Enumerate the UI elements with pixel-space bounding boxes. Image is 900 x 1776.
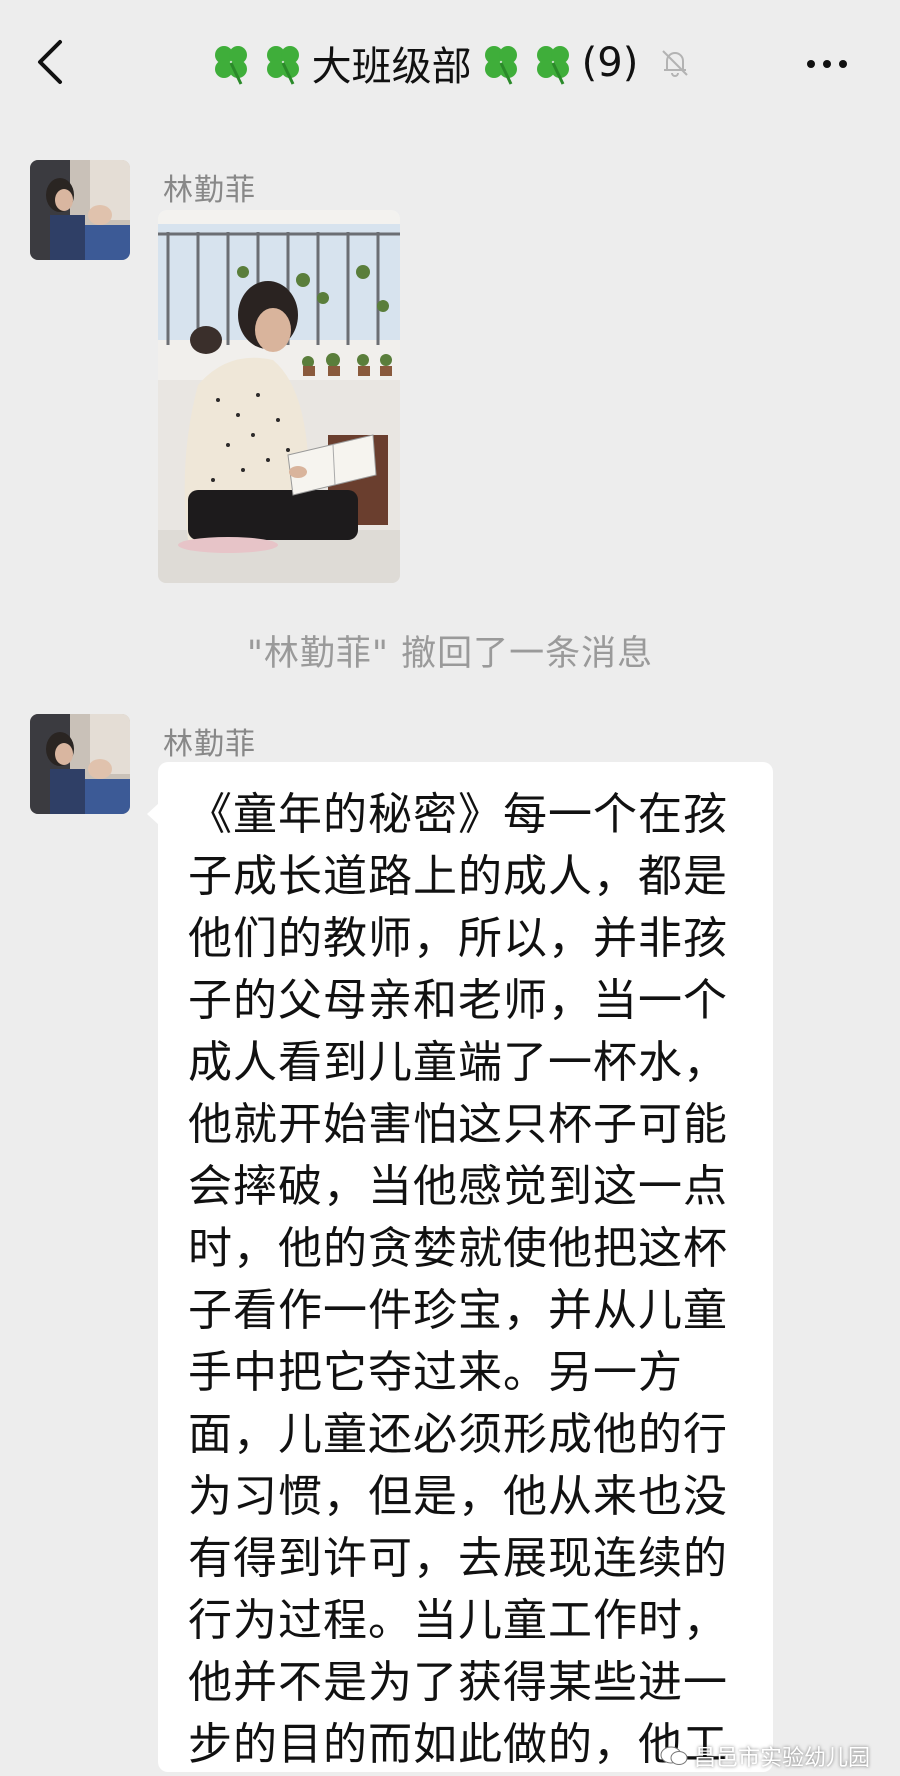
sender-name: 林勤菲 (163, 727, 256, 762)
more-dots-icon[interactable] (804, 44, 850, 84)
member-count: (9) (581, 40, 639, 86)
watermark: 昌邑市实验幼儿园 (660, 1740, 870, 1772)
avatar[interactable] (30, 714, 130, 814)
message-text: 《童年的秘密》每一个在孩子成长道路上的成人，都是他们的教师，所以，并非孩子的父母… (188, 789, 728, 1770)
clover-icon (266, 46, 299, 85)
recall-notice: "林勤菲" 撤回了一条消息 (246, 634, 654, 674)
bell-off-icon (662, 50, 689, 77)
chat-header: 大班级部 (9) (0, 0, 900, 128)
chat-title: 大班级部 (9) (0, 28, 900, 98)
shared-photo[interactable] (158, 210, 400, 583)
wechat-icon (660, 1746, 688, 1765)
chat-title-text: 大班级部 (311, 44, 472, 90)
clover-icon (484, 46, 517, 85)
message-bubble[interactable]: 《童年的秘密》每一个在孩子成长道路上的成人，都是他们的教师，所以，并非孩子的父母… (158, 762, 773, 1772)
sender-name: 林勤菲 (163, 173, 256, 208)
clover-icon (536, 46, 569, 85)
watermark-text: 昌邑市实验幼儿园 (694, 1746, 871, 1771)
clover-icon (214, 46, 247, 85)
avatar[interactable] (30, 160, 130, 260)
